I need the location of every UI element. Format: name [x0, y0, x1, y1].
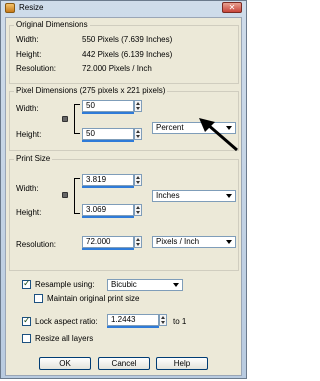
- print-unit-selected: Inches: [156, 191, 180, 200]
- app-icon: [5, 3, 15, 13]
- resize-all-layers-checkbox[interactable]: [22, 334, 31, 343]
- chevron-down-icon: [173, 283, 179, 287]
- resize-all-layers-label: Resize all layers: [35, 334, 94, 343]
- aspect-ratio-slider[interactable]: [107, 326, 159, 328]
- chevron-down-icon: [226, 240, 232, 244]
- dialog-client: Original Dimensions Width: 550 Pixels (7…: [5, 17, 242, 376]
- print-height-input[interactable]: 3.069: [82, 204, 134, 216]
- title-bar[interactable]: Resize ✕: [1, 1, 246, 15]
- chevron-down-icon: [226, 194, 232, 198]
- maintain-print-size-label: Maintain original print size: [47, 294, 140, 303]
- pixel-link-bracket: [74, 104, 80, 134]
- pixel-width-spinner[interactable]: 50: [82, 100, 142, 114]
- pixel-height-spinner[interactable]: 50: [82, 128, 142, 142]
- pixel-unit-selected: Percent: [156, 123, 184, 132]
- aspect-ratio-input[interactable]: 1.2443: [107, 314, 159, 326]
- cancel-button[interactable]: Cancel: [98, 357, 150, 370]
- pixel-width-input[interactable]: 50: [82, 100, 134, 112]
- spinner-arrows-icon[interactable]: [134, 236, 142, 248]
- orig-resolution-label: Resolution:: [16, 64, 57, 73]
- resample-method-select[interactable]: Bicubic: [107, 279, 183, 291]
- spinner-arrows-icon[interactable]: [134, 204, 142, 216]
- orig-resolution-value: 72.000 Pixels / Inch: [82, 64, 152, 73]
- print-link-bracket: [74, 178, 80, 214]
- print-size-group: Print Size Width: Height: 3.819 3.069 In…: [9, 154, 239, 271]
- original-dimensions-title: Original Dimensions: [14, 20, 90, 29]
- pixel-width-label: Width:: [16, 104, 39, 113]
- close-button[interactable]: ✕: [222, 2, 242, 13]
- orig-height-value: 442 Pixels (6.139 Inches): [82, 50, 173, 59]
- print-width-input[interactable]: 3.819: [82, 174, 134, 186]
- lock-icon: [62, 192, 68, 198]
- print-height-label: Height:: [16, 208, 42, 217]
- aspect-ratio-spinner[interactable]: 1.2443: [107, 314, 167, 328]
- aspect-ratio-suffix: to 1: [173, 317, 187, 326]
- orig-width-value: 550 Pixels (7.639 Inches): [82, 35, 173, 44]
- print-width-slider[interactable]: [82, 186, 134, 188]
- resample-method-selected: Bicubic: [111, 280, 137, 289]
- maintain-print-size-checkbox[interactable]: [34, 294, 43, 303]
- pixel-height-input[interactable]: 50: [82, 128, 134, 140]
- orig-width-label: Width:: [16, 35, 39, 44]
- print-unit-select[interactable]: Inches: [152, 190, 236, 202]
- window-title: Resize: [19, 3, 44, 12]
- spinner-arrows-icon[interactable]: [134, 128, 142, 140]
- resample-label: Resample using:: [35, 280, 95, 289]
- lock-icon: [62, 116, 68, 122]
- pixel-dimensions-title: Pixel Dimensions (275 pixels x 221 pixel…: [14, 86, 168, 95]
- pointer-arrow-icon: [199, 118, 238, 152]
- print-resolution-label: Resolution:: [16, 240, 57, 249]
- print-resolution-slider[interactable]: [82, 248, 134, 250]
- spinner-arrows-icon[interactable]: [159, 314, 167, 326]
- print-size-title: Print Size: [14, 154, 53, 163]
- print-width-spinner[interactable]: 3.819: [82, 174, 142, 188]
- original-dimensions-group: Original Dimensions Width: 550 Pixels (7…: [9, 20, 239, 84]
- help-button[interactable]: Help: [156, 357, 208, 370]
- pixel-height-label: Height:: [16, 130, 42, 139]
- print-resolution-spinner[interactable]: 72.000: [82, 236, 142, 250]
- pixel-width-slider[interactable]: [82, 112, 134, 114]
- print-resolution-input[interactable]: 72.000: [82, 236, 134, 248]
- pixel-dimensions-group: Pixel Dimensions (275 pixels x 221 pixel…: [9, 86, 239, 152]
- lock-aspect-ratio-label: Lock aspect ratio:: [35, 317, 98, 326]
- print-height-spinner[interactable]: 3.069: [82, 204, 142, 218]
- print-resolution-unit-selected: Pixels / Inch: [156, 237, 200, 246]
- print-height-slider[interactable]: [82, 216, 134, 218]
- print-width-label: Width:: [16, 184, 39, 193]
- lock-aspect-ratio-checkbox[interactable]: [22, 315, 31, 326]
- resample-checkbox[interactable]: [22, 278, 31, 289]
- print-resolution-unit-select[interactable]: Pixels / Inch: [152, 236, 236, 248]
- pixel-height-slider[interactable]: [82, 140, 134, 142]
- spinner-arrows-icon[interactable]: [134, 100, 142, 112]
- resize-dialog: Resize ✕ Original Dimensions Width: 550 …: [0, 0, 247, 379]
- ok-button[interactable]: OK: [39, 357, 91, 370]
- orig-height-label: Height:: [16, 50, 42, 59]
- spinner-arrows-icon[interactable]: [134, 174, 142, 186]
